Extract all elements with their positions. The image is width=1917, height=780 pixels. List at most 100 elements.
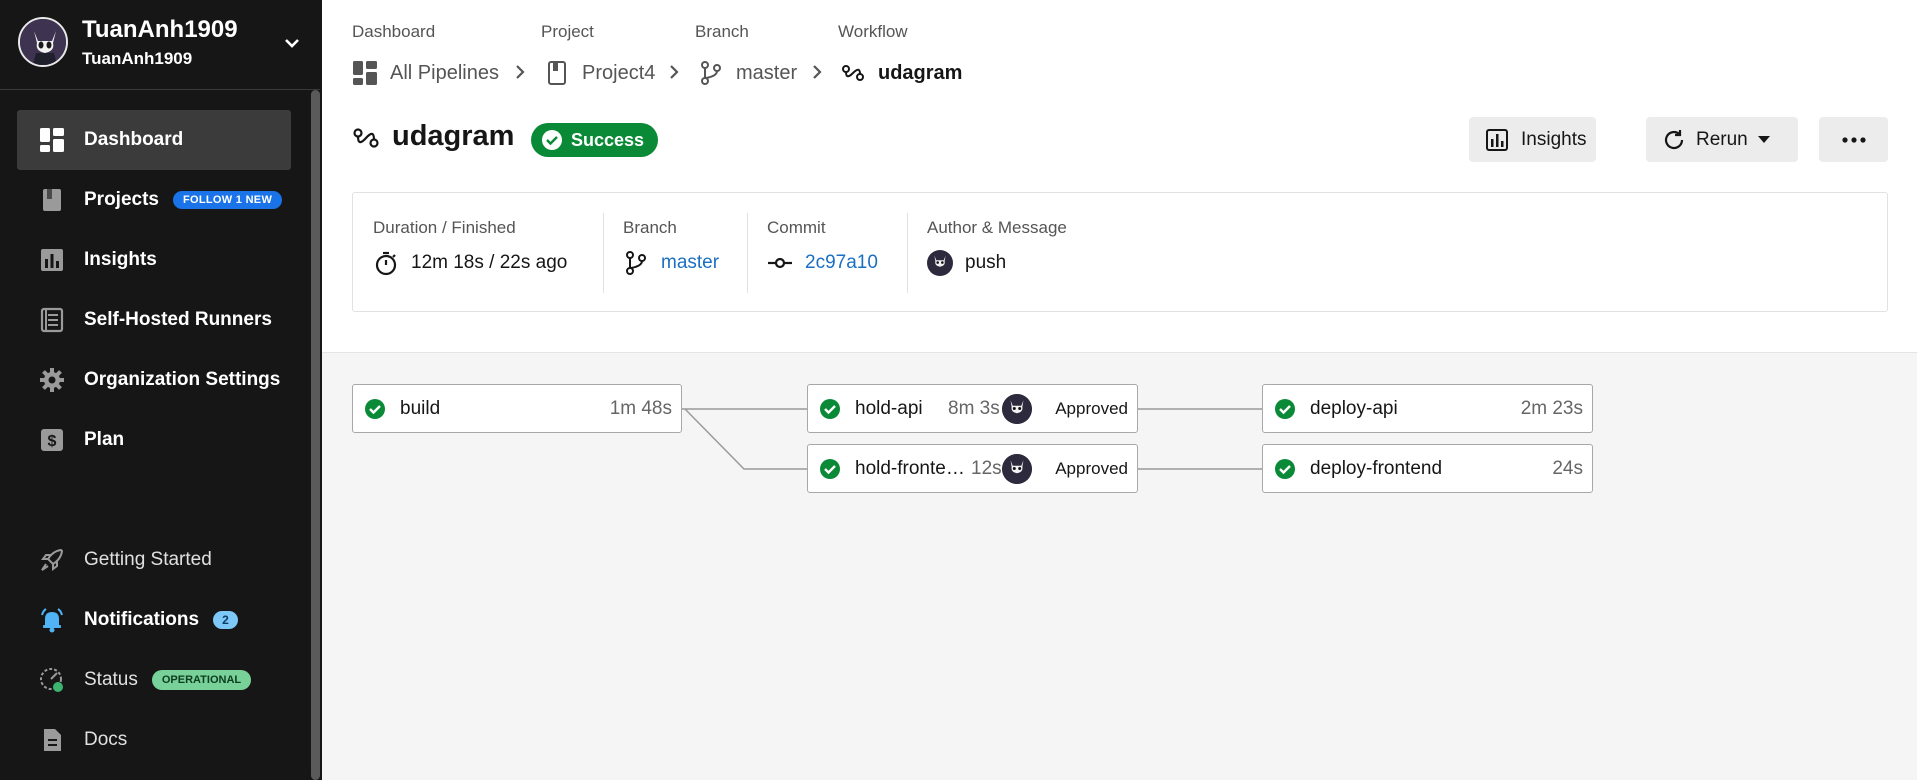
- divider: [603, 213, 604, 293]
- org-avatar: [18, 17, 68, 67]
- status-text: Success: [571, 129, 645, 150]
- docs-icon: [39, 727, 65, 753]
- check-circle-icon: [1275, 398, 1295, 419]
- follow-new-badge[interactable]: FOLLOW 1 NEW: [172, 191, 283, 209]
- dashboard-icon: [352, 60, 378, 86]
- check-circle-icon: [820, 458, 840, 479]
- breadcrumb-text: master: [736, 61, 798, 84]
- more-options-button[interactable]: [1819, 117, 1888, 162]
- insights-button[interactable]: Insights: [1469, 117, 1596, 162]
- job-duration: 1m 48s: [609, 397, 672, 419]
- sidebar-item-label: Dashboard: [84, 129, 184, 150]
- check-circle-icon: [1275, 458, 1295, 479]
- org-name: TuanAnh1909: [82, 16, 238, 43]
- breadcrumb-label: Workflow: [838, 22, 908, 41]
- sidebar-item-label: Projects: [84, 189, 159, 210]
- commit-message: push: [965, 252, 1007, 273]
- author-value-row: push: [927, 248, 1006, 278]
- sidebar-item-docs[interactable]: Docs: [17, 710, 291, 770]
- refresh-icon: [1662, 128, 1686, 152]
- author-label: Author & Message: [927, 218, 1067, 237]
- rocket-icon: [39, 547, 65, 573]
- job-deploy-api[interactable]: deploy-api 2m 23s: [1262, 384, 1593, 433]
- duration-value-row: 12m 18s / 22s ago: [373, 248, 567, 278]
- commit-link[interactable]: 2c97a10: [805, 252, 878, 274]
- job-name: build: [400, 397, 441, 419]
- sidebar-item-label: Organization Settings: [84, 369, 281, 390]
- job-build[interactable]: build 1m 48s: [352, 384, 682, 433]
- job-deploy-frontend[interactable]: deploy-frontend 24s: [1262, 444, 1593, 493]
- status-badge: Success: [531, 123, 659, 157]
- breadcrumb-text: Project4: [582, 61, 656, 84]
- job-duration: 8m 3s: [948, 397, 1000, 419]
- breadcrumb-workflow: udagram: [840, 58, 962, 88]
- breadcrumb-project[interactable]: Project4: [544, 58, 655, 88]
- sidebar-item-getting-started[interactable]: Getting Started: [17, 530, 291, 590]
- dollar-icon: $: [39, 427, 65, 453]
- project-icon: [544, 60, 570, 86]
- breadcrumb-branch[interactable]: master: [698, 58, 797, 88]
- org-subtitle: TuanAnh1909: [82, 49, 193, 68]
- sidebar-item-organization-settings[interactable]: Organization Settings: [17, 350, 291, 410]
- commit-value-row: 2c97a10: [767, 248, 878, 278]
- sidebar-item-projects[interactable]: Projects FOLLOW 1 NEW: [17, 170, 291, 230]
- status-badge: OPERATIONAL: [151, 670, 252, 690]
- bell-icon: [39, 607, 65, 633]
- job-name: deploy-api: [1310, 397, 1398, 419]
- rerun-button[interactable]: Rerun: [1646, 117, 1798, 162]
- job-name: hold-fronte…: [855, 457, 965, 479]
- org-switcher[interactable]: TuanAnh1909 TuanAnh1909: [0, 0, 320, 90]
- workflow-info-card: Duration / Finished 12m 18s / 22s ago Br…: [352, 192, 1888, 312]
- check-circle-icon: [365, 398, 385, 419]
- sidebar-scrollbar[interactable]: [311, 90, 320, 780]
- gear-icon: [39, 367, 65, 393]
- sidebar-item-label: Getting Started: [84, 549, 212, 570]
- page-title: udagram: [392, 120, 515, 152]
- sidebar-item-status[interactable]: Status OPERATIONAL: [17, 650, 291, 710]
- breadcrumb-all-pipelines[interactable]: All Pipelines: [352, 58, 499, 88]
- sidebar-item-label: Insights: [84, 249, 157, 270]
- duration-value: 12m 18s / 22s ago: [411, 252, 568, 273]
- insights-icon: [1485, 128, 1509, 152]
- breadcrumb-label: Branch: [695, 22, 749, 41]
- branch-label: Branch: [623, 218, 677, 237]
- sidebar: TuanAnh1909 TuanAnh1909 Dashboard Projec…: [0, 0, 322, 780]
- notification-count-badge: 2: [213, 611, 238, 629]
- branch-icon: [698, 60, 724, 86]
- sidebar-item-label: Status: [84, 669, 138, 690]
- runners-icon: [39, 307, 65, 333]
- job-duration: 24s: [1552, 457, 1583, 479]
- sidebar-item-label: Self-Hosted Runners: [84, 309, 272, 330]
- chevron-down-icon[interactable]: [282, 33, 302, 53]
- breadcrumb-text: udagram: [878, 61, 963, 84]
- main-content: Dashboard Project Branch Workflow All Pi…: [322, 0, 1917, 780]
- workflow-graph: build 1m 48s hold-api 8m 3s Approved hol…: [322, 352, 1917, 780]
- approver-avatar: [1002, 393, 1032, 424]
- sidebar-item-self-hosted-runners[interactable]: Self-Hosted Runners: [17, 290, 291, 350]
- sidebar-item-notifications[interactable]: Notifications 2: [17, 590, 291, 650]
- rerun-button-label: Rerun: [1696, 128, 1748, 150]
- approval-status: Approved: [1055, 398, 1128, 418]
- approval-status: Approved: [1055, 458, 1128, 478]
- author-avatar: [927, 250, 953, 276]
- divider: [907, 213, 908, 293]
- branch-value-row: master: [623, 248, 719, 278]
- dashboard-icon: [39, 127, 65, 153]
- sidebar-item-plan[interactable]: $ Plan: [17, 410, 291, 470]
- check-circle-icon: [542, 130, 562, 150]
- chevron-right-icon: [813, 65, 822, 79]
- insights-button-label: Insights: [1521, 128, 1587, 150]
- job-name: deploy-frontend: [1310, 457, 1443, 479]
- duration-label: Duration / Finished: [373, 218, 516, 237]
- commit-icon: [767, 250, 793, 276]
- job-hold-frontend[interactable]: hold-fronte… 12s Approved: [807, 444, 1138, 493]
- breadcrumb-label: Project: [541, 22, 594, 41]
- projects-icon: [39, 187, 65, 213]
- job-hold-api[interactable]: hold-api 8m 3s Approved: [807, 384, 1138, 433]
- approver-avatar: [1002, 453, 1032, 484]
- branch-link[interactable]: master: [661, 252, 719, 274]
- workflow-icon: [353, 128, 379, 148]
- workflow-icon: [840, 60, 866, 86]
- sidebar-item-insights[interactable]: Insights: [17, 230, 291, 290]
- sidebar-item-dashboard[interactable]: Dashboard: [17, 110, 291, 170]
